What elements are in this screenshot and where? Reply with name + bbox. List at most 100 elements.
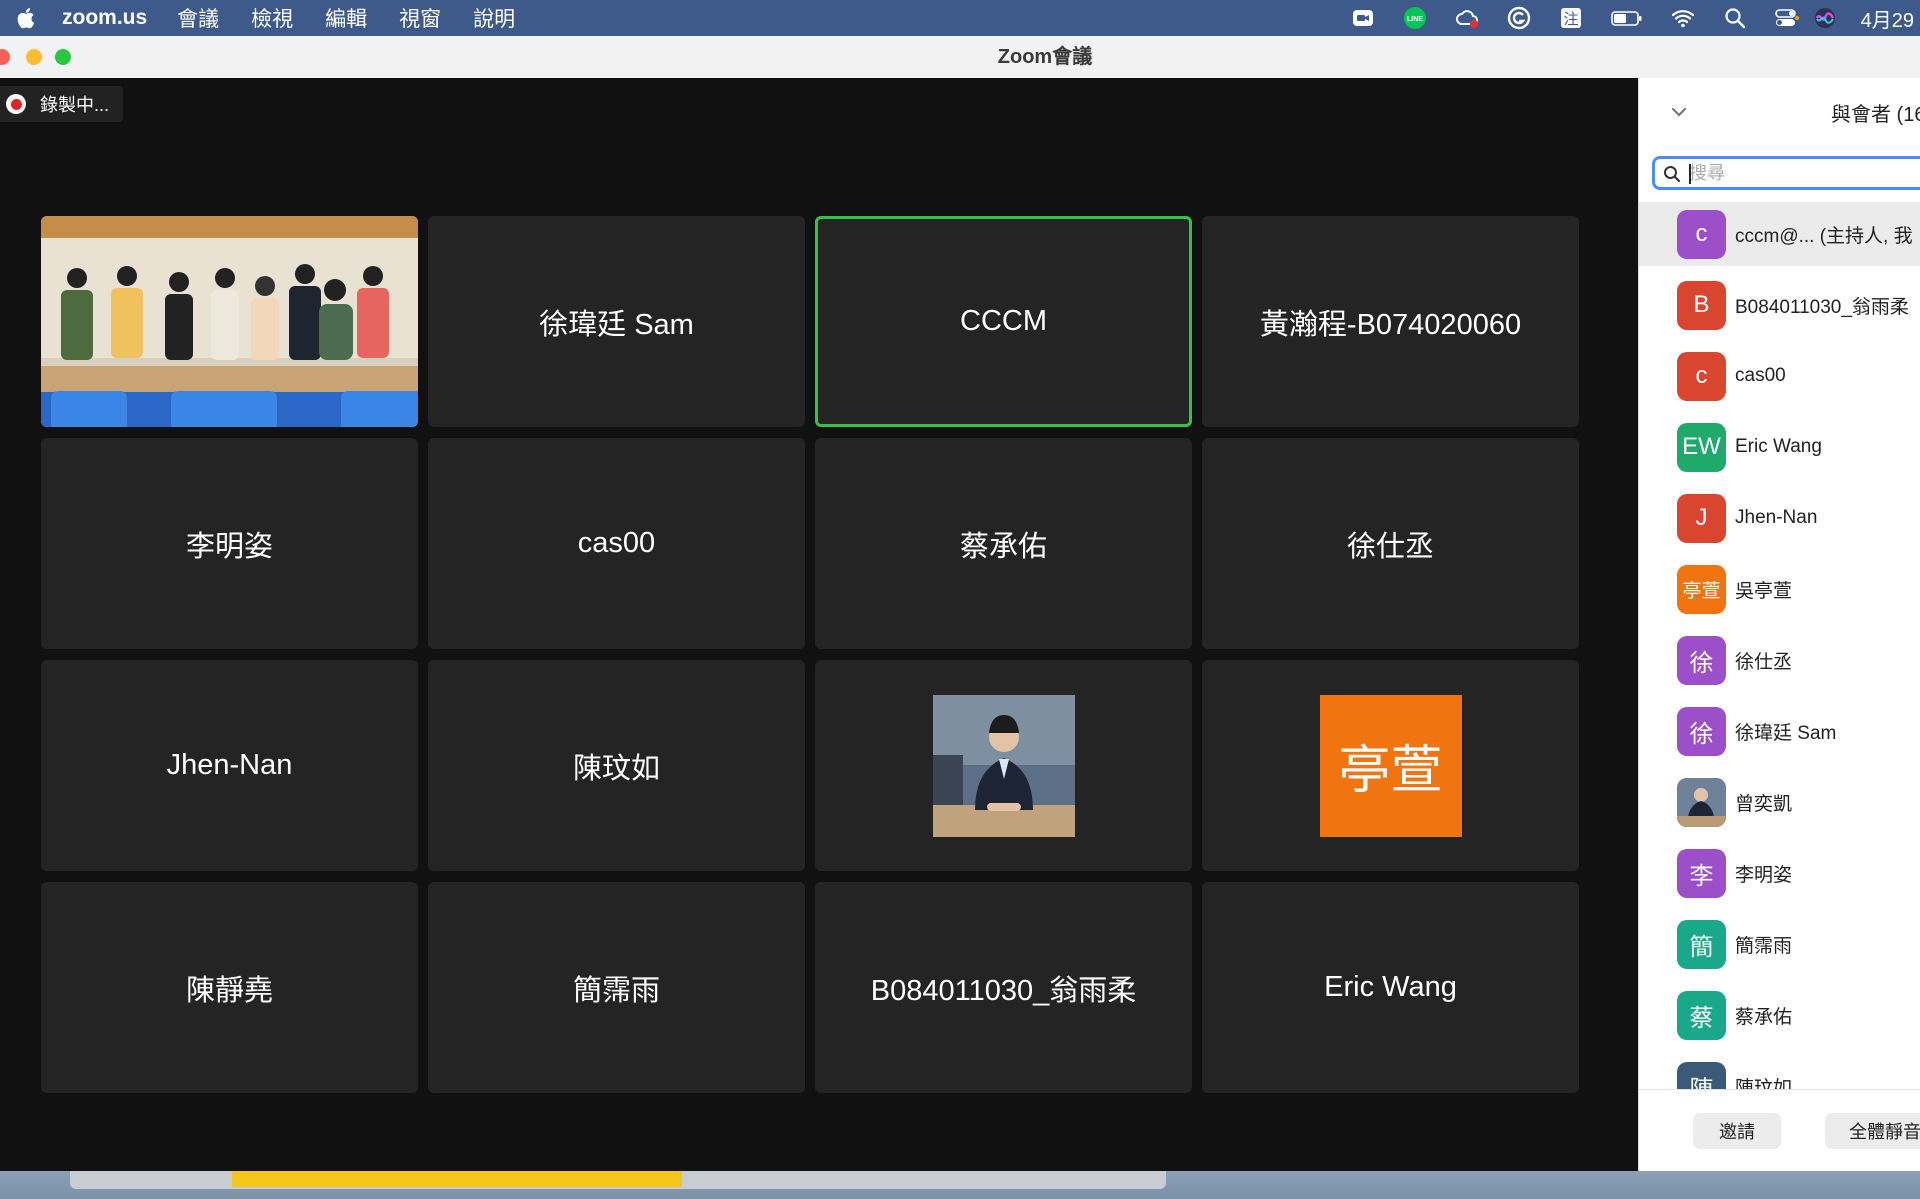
video-tile[interactable]: 徐仕丞 — [1202, 438, 1579, 649]
participants-panel-title: 與會者 (16 — [1831, 104, 1920, 126]
menu-meeting[interactable]: 會議 — [177, 3, 219, 33]
apple-logo-icon[interactable] — [14, 6, 36, 30]
video-tile[interactable]: B084011030_翁雨柔 — [815, 882, 1192, 1093]
participant-row[interactable]: 徐徐瑋廷 Sam — [1639, 699, 1920, 763]
participants-panel: 與會者 (16 c cccm@... (主持人, 我 B B084011030_翁雨柔… — [1638, 78, 1920, 1171]
participant-row[interactable]: 曾奕凱 — [1639, 770, 1920, 834]
participant-name: 徐瑋廷 Sam — [1735, 722, 1837, 744]
menu-help[interactable]: 說明 — [473, 3, 515, 33]
avatar-initials: c — [1695, 362, 1708, 389]
participant-row[interactable]: 李李明姿 — [1639, 841, 1920, 905]
avatar-initials: 蔡 — [1689, 1004, 1714, 1032]
participant-row[interactable]: B B084011030_翁雨柔 — [1639, 273, 1920, 337]
avatar-initials: 李 — [1689, 862, 1714, 890]
avatar-initials: c — [1695, 220, 1708, 247]
video-tile-avatar[interactable]: 亭萱 — [1202, 660, 1579, 871]
search-icon — [1664, 166, 1681, 183]
video-tile[interactable]: 徐瑋廷 Sam — [428, 216, 805, 427]
siri-icon[interactable] — [1813, 6, 1837, 30]
input-method-icon[interactable]: 注 — [1559, 6, 1583, 30]
creative-cloud-icon[interactable] — [1455, 6, 1479, 30]
tile-participant-name: 蔡承佑 — [959, 530, 1047, 563]
tile-participant-name: cas00 — [577, 527, 656, 559]
participant-name: 徐仕丞 — [1735, 651, 1793, 673]
zoom-camera-icon[interactable] — [1351, 6, 1375, 30]
video-tile[interactable]: 陳靜堯 — [41, 882, 418, 1093]
menu-window[interactable]: 視窗 — [399, 3, 441, 33]
tile-participant-name: 李明姿 — [185, 530, 273, 563]
wifi-icon[interactable] — [1671, 6, 1695, 30]
background-window[interactable] — [70, 1171, 1166, 1189]
grammarly-icon[interactable] — [1507, 6, 1531, 30]
menu-app-name[interactable]: zoom.us — [62, 6, 147, 30]
tile-participant-name: Eric Wang — [1324, 971, 1457, 1003]
participant-name: cas00 — [1735, 365, 1786, 386]
avatar-initials: 亭萱 — [1338, 742, 1443, 800]
tile-participant-name: 陳玟如 — [572, 752, 660, 785]
mute-all-button[interactable]: 全體靜音 — [1825, 1113, 1920, 1149]
video-tile[interactable]: 簡霈雨 — [428, 882, 805, 1093]
video-tile[interactable]: Jhen-Nan — [41, 660, 418, 871]
record-icon — [6, 94, 26, 114]
participant-row[interactable]: 簡簡霈雨 — [1639, 912, 1920, 976]
participant-row[interactable]: 亭萱 吳亭萱 — [1639, 557, 1920, 621]
zoom-meeting-window: Zoom會議 錄製中... 徐瑋廷 Sam CCCM 黃瀚程-B07402006… — [0, 36, 1920, 1171]
participant-avatar: 陳 — [1677, 1061, 1726, 1092]
video-tile[interactable]: 李明姿 — [41, 438, 418, 649]
video-tile[interactable]: 陳玟如 — [428, 660, 805, 871]
chevron-down-icon[interactable] — [1671, 106, 1687, 118]
text-caret — [1689, 164, 1691, 184]
participant-avatar: 蔡 — [1677, 990, 1726, 1040]
profile-photo — [932, 694, 1075, 837]
video-tile[interactable]: 蔡承佑 — [815, 438, 1192, 649]
search-input[interactable] — [1689, 161, 1920, 185]
window-title: Zoom會議 — [997, 46, 1093, 68]
menu-edit[interactable]: 編輯 — [325, 3, 367, 33]
control-center-icon[interactable] — [1774, 6, 1799, 30]
participants-panel-footer: 邀請 全體靜音 — [1639, 1089, 1920, 1171]
window-titlebar[interactable]: Zoom會議 — [0, 36, 1920, 79]
participant-photo — [1677, 777, 1726, 827]
participant-name: Eric Wang — [1735, 436, 1822, 457]
tile-participant-name: 黃瀚程-B074020060 — [1259, 308, 1522, 341]
invite-button[interactable]: 邀請 — [1693, 1113, 1781, 1149]
orange-name-avatar: 亭萱 — [1319, 694, 1462, 837]
video-tile[interactable]: cas00 — [428, 438, 805, 649]
video-tile-profile-photo[interactable] — [815, 660, 1192, 871]
participant-row[interactable]: J Jhen-Nan — [1639, 486, 1920, 550]
participant-row[interactable]: 蔡蔡承佑 — [1639, 983, 1920, 1047]
participant-avatar: 簡 — [1677, 919, 1726, 969]
avatar-initials: 徐 — [1689, 649, 1714, 677]
battery-icon[interactable] — [1610, 6, 1643, 30]
spotlight-search-icon[interactable] — [1723, 6, 1747, 30]
participant-list[interactable]: c cccm@... (主持人, 我 B B084011030_翁雨柔 c cas00 EW… — [1639, 202, 1920, 1092]
participant-row[interactable]: 陳陳玟如 — [1639, 1054, 1920, 1092]
video-tile[interactable]: Eric Wang — [1202, 882, 1579, 1093]
participant-name: 簡霈雨 — [1735, 935, 1793, 957]
tile-participant-name: Jhen-Nan — [166, 749, 293, 781]
avatar-initials: 簡 — [1689, 933, 1714, 961]
menu-bar: zoom.us 會議 檢視 編輯 視窗 說明 LINE 注 4月29 — [0, 0, 1920, 36]
tile-participant-name: 簡霈雨 — [572, 974, 660, 1007]
video-tile-active-speaker[interactable]: CCCM — [815, 216, 1192, 427]
background-window-thumbnail — [232, 1171, 682, 1187]
tile-participant-name: 徐瑋廷 Sam — [539, 308, 694, 341]
desktop-background — [0, 1171, 1920, 1199]
line-icon[interactable]: LINE — [1403, 6, 1427, 30]
participant-avatar: c — [1677, 209, 1726, 259]
participant-row[interactable]: 徐徐仕丞 — [1639, 628, 1920, 692]
participant-row[interactable]: c cas00 — [1639, 344, 1920, 408]
gallery-view: 錄製中... 徐瑋廷 Sam CCCM 黃瀚程-B074020060 李明姿 c… — [0, 78, 1638, 1171]
menubar-clock[interactable]: 4月29 — [1861, 4, 1914, 33]
participant-row[interactable]: EW Eric Wang — [1639, 415, 1920, 479]
participant-search-box[interactable] — [1652, 156, 1920, 190]
avatar-initials: 徐 — [1689, 720, 1714, 748]
menu-view[interactable]: 檢視 — [251, 3, 293, 33]
participant-row[interactable]: c cccm@... (主持人, 我 — [1639, 202, 1920, 266]
recording-indicator[interactable]: 錄製中... — [0, 86, 124, 122]
video-tile[interactable]: 黃瀚程-B074020060 — [1202, 216, 1579, 427]
avatar-initials: J — [1695, 504, 1708, 531]
recording-label: 錄製中... — [40, 95, 110, 115]
participant-avatar: J — [1677, 493, 1726, 543]
video-tile-group[interactable] — [41, 216, 418, 427]
